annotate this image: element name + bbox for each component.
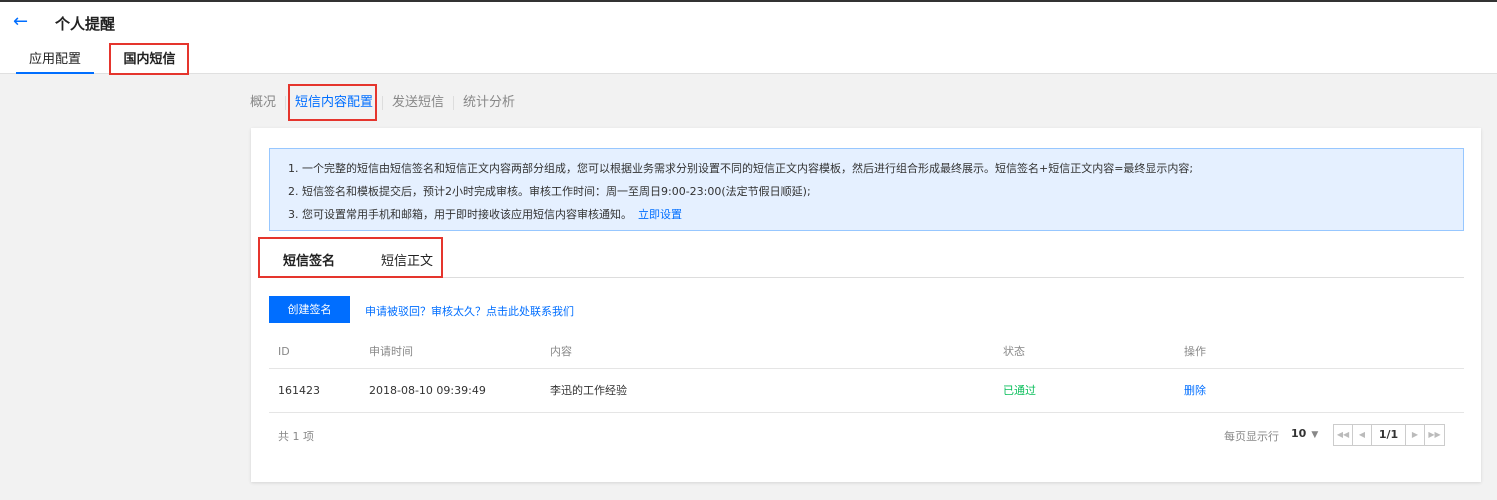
column-header-action: 操作: [1184, 345, 1206, 358]
signature-table: ID 申请时间 内容 状态 操作 161423 2018-08-10 09:39…: [269, 335, 1464, 413]
status-badge: 已通过: [1003, 384, 1036, 397]
per-page-label: 每页显示行: [1224, 430, 1279, 443]
prev-page-icon[interactable]: ◀: [1353, 425, 1372, 445]
back-arrow-icon[interactable]: ←: [13, 12, 28, 32]
per-page-value: 10: [1291, 427, 1307, 440]
column-header-status: 状态: [1003, 345, 1025, 358]
caret-down-icon: ▼: [1311, 430, 1319, 440]
total-count: 共 1 项: [278, 430, 314, 443]
delete-link[interactable]: 删除: [1184, 369, 1206, 413]
table-row: 161423 2018-08-10 09:39:49 李迅的工作经验 已通过 删…: [269, 369, 1464, 413]
highlight-box-subnav: [288, 84, 377, 121]
inner-tabs: 短信签名 短信正文: [269, 246, 1464, 278]
last-page-icon[interactable]: ▶▶: [1425, 425, 1444, 445]
highlight-box-domestic-sms-tab: [109, 43, 189, 75]
notice-line-2: 2. 短信签名和模板提交后，预计2小时完成审核。审核工作时间：周一至周日9:00…: [288, 185, 811, 198]
notice-box: 1. 一个完整的短信由短信签名和短信正文内容两部分组成，您可以根据业务需求分别设…: [269, 148, 1464, 231]
notice-line-3-text: 3. 您可设置常用手机和邮箱，用于即时接收该应用短信内容审核通知。: [288, 208, 632, 221]
notice-line-1: 1. 一个完整的短信由短信签名和短信正文内容两部分组成，您可以根据业务需求分别设…: [288, 162, 1194, 175]
cell-time: 2018-08-10 09:39:49: [369, 384, 486, 397]
column-header-time: 申请时间: [369, 345, 413, 358]
tab-app-config[interactable]: 应用配置: [16, 46, 94, 74]
cell-id: 161423: [278, 384, 320, 397]
page-title: 个人提醒: [55, 15, 116, 33]
first-page-icon[interactable]: ◀◀: [1334, 425, 1353, 445]
subnav-item-statistics[interactable]: 统计分析: [454, 96, 524, 110]
column-header-content: 内容: [550, 345, 572, 358]
pagination: ◀◀ ◀ 1/1 ▶ ▶▶: [1333, 424, 1445, 446]
subnav-item-send-sms[interactable]: 发送短信: [383, 96, 455, 110]
notice-line-3: 3. 您可设置常用手机和邮箱，用于即时接收该应用短信内容审核通知。 立即设置: [288, 203, 1463, 226]
next-page-icon[interactable]: ▶: [1406, 425, 1425, 445]
highlight-box-inner-tabs: [258, 237, 443, 278]
column-header-id: ID: [278, 345, 290, 358]
subnav-item-overview[interactable]: 概况: [250, 96, 287, 110]
per-page-select[interactable]: 10 ▼: [1291, 427, 1318, 440]
setup-now-link[interactable]: 立即设置: [638, 208, 682, 221]
content-card: 1. 一个完整的短信由短信签名和短信正文内容两部分组成，您可以根据业务需求分别设…: [251, 128, 1481, 482]
table-header: ID 申请时间 内容 状态 操作: [269, 335, 1464, 369]
create-signature-button[interactable]: 创建签名: [269, 296, 350, 323]
cell-content: 李迅的工作经验: [550, 384, 627, 397]
contact-us-link[interactable]: 申请被驳回？审核太久？点击此处联系我们: [365, 303, 574, 319]
table-footer: 共 1 项 每页显示行 10 ▼ ◀◀ ◀ 1/1 ▶ ▶▶: [269, 424, 1464, 448]
header: ← 个人提醒 应用配置 国内短信: [0, 2, 1497, 74]
page-indicator[interactable]: 1/1: [1372, 425, 1406, 445]
